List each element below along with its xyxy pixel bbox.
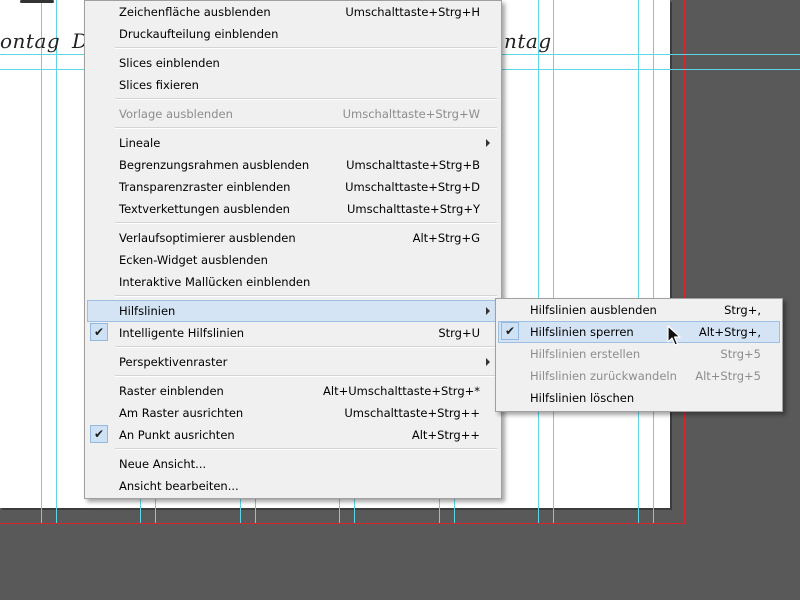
menu-item-label: Transparenzraster einblenden [119, 180, 291, 194]
view-menu: Zeichenfläche ausblenden Umschalttaste+S… [84, 0, 502, 499]
menu-item-perspective-grid[interactable]: Perspektivenraster [87, 351, 499, 373]
submenu-item-clear-guides[interactable]: Hilfslinien löschen [498, 387, 780, 409]
menu-item-label: Perspektivenraster [119, 355, 228, 369]
menu-item-shortcut: Umschalttaste+Strg++ [344, 406, 480, 420]
checkmark-icon: ✔ [501, 322, 519, 340]
menu-item-shortcut: Alt+Strg+G [412, 231, 480, 245]
menu-item-shortcut: Umschalttaste+Strg+D [345, 180, 480, 194]
menu-item-shortcut: Umschalttaste+Strg+Y [346, 202, 480, 216]
menu-item-label: Neue Ansicht... [119, 457, 207, 471]
weekday-label: ontag [0, 29, 61, 53]
menu-item-show-live-paint-gaps[interactable]: Interaktive Mallücken einblenden [87, 271, 499, 293]
submenu-item-make-guides[interactable]: Hilfslinien erstellen Strg+5 [498, 343, 780, 365]
guides-submenu: Hilfslinien ausblenden Strg+, ✔ Hilfslin… [495, 298, 783, 412]
bleed-line-horizontal [0, 523, 685, 524]
menu-item-show-grid[interactable]: Raster einblenden Alt+Umschalttaste+Strg… [87, 380, 499, 402]
menu-item-rulers[interactable]: Lineale [87, 132, 499, 154]
guide-vertical[interactable] [638, 0, 639, 523]
menu-separator [115, 448, 497, 450]
menu-item-label: Hilfslinien ausblenden [530, 303, 657, 317]
menu-item-shortcut: Alt+Strg+5 [695, 369, 761, 383]
menu-item-show-print-tiling[interactable]: Druckaufteilung einblenden [87, 23, 499, 45]
menu-separator [115, 47, 497, 49]
menu-item-lock-slices[interactable]: Slices fixieren [87, 74, 499, 96]
submenu-item-lock-guides[interactable]: ✔ Hilfslinien sperren Alt+Strg+, [498, 321, 780, 343]
menu-item-label: Hilfslinien erstellen [530, 347, 641, 361]
menu-item-label: Hilfslinien [119, 304, 176, 318]
menu-item-shortcut: Strg+, [724, 303, 761, 317]
menu-separator [115, 127, 497, 129]
logo-scribble [20, 0, 54, 3]
menu-item-label: Hilfslinien sperren [530, 325, 634, 339]
submenu-item-release-guides[interactable]: Hilfslinien zurückwandeln Alt+Strg+5 [498, 365, 780, 387]
menu-separator [115, 98, 497, 100]
menu-item-label: Verlaufsoptimierer ausblenden [119, 231, 296, 245]
chevron-right-icon [486, 358, 490, 366]
menu-item-shortcut: Umschalttaste+Strg+W [342, 107, 480, 121]
menu-item-label: Ansicht bearbeiten... [119, 479, 239, 493]
pointer-cursor-icon [667, 325, 681, 346]
menu-item-new-view[interactable]: Neue Ansicht... [87, 453, 499, 475]
menu-item-label: Lineale [119, 136, 161, 150]
menu-item-hide-gradient-annotator[interactable]: Verlaufsoptimierer ausblenden Alt+Strg+G [87, 227, 499, 249]
weekday-label: ntag [504, 29, 552, 53]
submenu-item-hide-guides[interactable]: Hilfslinien ausblenden Strg+, [498, 299, 780, 321]
menu-item-shortcut: Umschalttaste+Strg+B [346, 158, 480, 172]
menu-separator [115, 295, 497, 297]
menu-item-label: An Punkt ausrichten [119, 428, 235, 442]
menu-item-label: Am Raster ausrichten [119, 406, 244, 420]
menu-item-label: Vorlage ausblenden [119, 107, 233, 121]
menu-item-label: Hilfslinien zurückwandeln [530, 369, 677, 383]
guide-vertical[interactable] [41, 0, 42, 523]
menu-item-snap-to-point[interactable]: ✔ An Punkt ausrichten Alt+Strg++ [87, 424, 499, 446]
menu-item-snap-to-grid[interactable]: Am Raster ausrichten Umschalttaste+Strg+… [87, 402, 499, 424]
chevron-right-icon [486, 307, 490, 315]
menu-item-shortcut: Alt+Strg+, [698, 325, 761, 339]
menu-item-label: Interaktive Mallücken einblenden [119, 275, 311, 289]
guide-vertical[interactable] [653, 0, 654, 523]
menu-separator [115, 222, 497, 224]
menu-item-label: Slices fixieren [119, 78, 199, 92]
menu-item-hide-text-threads[interactable]: Textverkettungen ausblenden Umschalttast… [87, 198, 499, 220]
menu-item-label: Druckaufteilung einblenden [119, 27, 279, 41]
menu-item-label: Begrenzungsrahmen ausblenden [119, 158, 310, 172]
menu-item-hide-template[interactable]: Vorlage ausblenden Umschalttaste+Strg+W [87, 103, 499, 125]
menu-separator [115, 346, 497, 348]
menu-item-shortcut: Umschalttaste+Strg+H [345, 5, 480, 19]
menu-item-label: Hilfslinien löschen [530, 391, 635, 405]
menu-item-hide-bounding-box[interactable]: Begrenzungsrahmen ausblenden Umschalttas… [87, 154, 499, 176]
menu-item-shortcut: Alt+Umschalttaste+Strg+* [323, 384, 480, 398]
bleed-line-vertical [684, 0, 685, 524]
menu-item-label: Ecken-Widget ausblenden [119, 253, 268, 267]
menu-item-guides[interactable]: Hilfslinien [87, 300, 499, 322]
menu-item-label: Raster einblenden [119, 384, 224, 398]
menu-item-hide-corner-widget[interactable]: Ecken-Widget ausblenden [87, 249, 499, 271]
menu-item-shortcut: Strg+5 [720, 347, 761, 361]
checkmark-icon: ✔ [90, 425, 108, 443]
menu-item-show-transparency-grid[interactable]: Transparenzraster einblenden Umschalttas… [87, 176, 499, 198]
menu-item-label: Textverkettungen ausblenden [119, 202, 290, 216]
menu-item-hide-artboard[interactable]: Zeichenfläche ausblenden Umschalttaste+S… [87, 1, 499, 23]
menu-item-label: Zeichenfläche ausblenden [119, 5, 271, 19]
guide-vertical[interactable] [553, 0, 554, 523]
menu-item-label: Slices einblenden [119, 56, 220, 70]
checkmark-icon: ✔ [90, 323, 108, 341]
chevron-right-icon [486, 139, 490, 147]
menu-item-shortcut: Alt+Strg++ [411, 428, 480, 442]
menu-item-smart-guides[interactable]: ✔ Intelligente Hilfslinien Strg+U [87, 322, 499, 344]
guide-vertical[interactable] [56, 0, 57, 523]
menu-item-edit-views[interactable]: Ansicht bearbeiten... [87, 475, 499, 497]
menu-separator [115, 375, 497, 377]
menu-item-shortcut: Strg+U [438, 326, 480, 340]
menu-item-show-slices[interactable]: Slices einblenden [87, 52, 499, 74]
guide-vertical[interactable] [538, 0, 539, 523]
menu-item-label: Intelligente Hilfslinien [119, 326, 245, 340]
